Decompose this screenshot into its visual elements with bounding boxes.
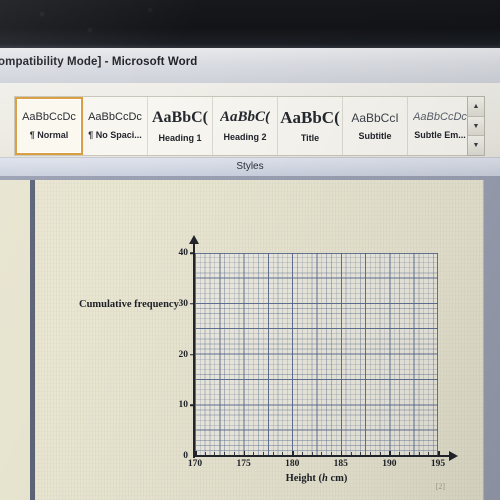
style-item-heading-1[interactable]: AaBbC( Heading 1: [148, 97, 213, 155]
document-page: 0 10 20 30 40 170 175 180 185 190 195 Cumulative …: [35, 180, 483, 500]
x-minor-tick-mark: [350, 452, 352, 455]
style-preview: AaBbC(: [151, 109, 208, 126]
styles-gallery-scroll[interactable]: ▲ ▼ ▼: [467, 96, 485, 156]
x-tick-mark: [243, 451, 246, 456]
screenshot-root: ompatibility Mode] - Microsoft Word AaBb…: [0, 0, 500, 500]
style-label: Subtle Em...: [414, 130, 466, 140]
cumulative-frequency-graph: 0 10 20 30 40 170 175 180 185 190 195 Cumulative …: [65, 235, 465, 484]
chevron-down-icon[interactable]: ▼: [468, 116, 484, 137]
x-minor-tick-mark: [399, 452, 401, 455]
style-preview: AaBbCcDc: [413, 112, 467, 123]
y-tick-mark: [190, 252, 195, 254]
style-preview: AaBbC(: [280, 109, 340, 126]
x-minor-tick-mark: [331, 452, 333, 455]
x-minor-tick-mark: [214, 452, 216, 455]
style-label: Subtitle: [358, 130, 392, 141]
style-item-title[interactable]: AaBbC( Title: [278, 97, 343, 155]
x-minor-tick-mark: [311, 452, 313, 455]
x-minor-tick-mark: [204, 452, 206, 455]
ribbon: AaBbCcDc ¶ Normal AaBbCcDc ¶ No Spaci...…: [0, 83, 500, 178]
style-label: ¶ Normal: [29, 130, 69, 140]
x-tick-label: 195: [430, 459, 446, 469]
x-tick-label: 180: [285, 459, 300, 469]
document-canvas[interactable]: 0 10 20 30 40 170 175 180 185 190 195 Cumulative …: [0, 176, 500, 500]
x-minor-tick-mark: [253, 452, 255, 455]
x-minor-tick-mark: [379, 452, 381, 455]
y-tick-label: 30: [178, 298, 189, 309]
style-preview: AaBbCcDc: [22, 112, 76, 123]
y-axis-title: Cumulative frequency: [79, 299, 179, 310]
y-axis-arrow-icon: [189, 235, 199, 244]
x-minor-tick-mark: [263, 452, 265, 455]
x-minor-tick-mark: [272, 452, 274, 455]
x-tick-mark: [195, 451, 197, 456]
x-minor-tick-mark: [321, 452, 323, 455]
x-axis-title: Height (h cm): [285, 473, 348, 484]
y-tick-label: 10: [178, 400, 189, 411]
window-title: ompatibility Mode] - Microsoft Word: [0, 56, 198, 68]
x-axis-arrow-icon: [449, 451, 458, 461]
style-label: Title: [300, 133, 320, 143]
style-label: Heading 2: [223, 132, 267, 142]
style-label: Heading 1: [158, 132, 202, 143]
style-item-normal[interactable]: AaBbCcDc ¶ Normal: [15, 97, 83, 155]
style-label: ¶ No Spaci...: [88, 130, 142, 140]
style-item-subtitle[interactable]: AaBbCcI Subtitle: [343, 97, 408, 155]
x-minor-tick-mark: [224, 452, 226, 455]
y-tick-label: 40: [178, 248, 189, 258]
ribbon-group-label-styles: Styles: [236, 161, 264, 172]
x-minor-tick-mark: [282, 452, 284, 455]
x-tick-label: 190: [382, 459, 397, 469]
x-tick-label: 170: [187, 459, 203, 469]
more-styles-icon[interactable]: ▼: [468, 136, 484, 156]
x-minor-tick-mark: [428, 452, 430, 455]
x-minor-tick-mark: [408, 452, 410, 455]
x-tick-mark: [292, 451, 294, 456]
x-tick-label: 175: [236, 459, 251, 469]
y-tick-mark: [190, 353, 195, 356]
x-minor-tick-mark: [369, 452, 371, 455]
x-minor-tick-mark: [418, 452, 420, 455]
style-preview: AaBbCcI: [351, 111, 399, 124]
y-axis-line: [193, 242, 195, 458]
x-minor-tick-mark: [233, 452, 235, 455]
y-tick-mark: [190, 303, 195, 305]
x-tick-label: 185: [333, 459, 348, 469]
x-tick-mark: [340, 451, 343, 456]
y-tick-label: 20: [178, 349, 189, 360]
style-item-no-spacing[interactable]: AaBbCcDc ¶ No Spaci...: [83, 97, 148, 155]
x-tick-mark: [438, 451, 440, 456]
style-item-subtle-emphasis[interactable]: AaBbCcDc Subtle Em...: [408, 97, 472, 155]
style-preview: AaBbCcDc: [88, 112, 142, 123]
style-preview: AaBbC(: [219, 110, 270, 125]
x-minor-tick-mark: [301, 452, 303, 455]
chevron-up-icon[interactable]: ▲: [468, 97, 484, 117]
x-tick-mark: [389, 451, 391, 456]
word-application-window: ompatibility Mode] - Microsoft Word AaBb…: [0, 48, 500, 500]
style-item-heading-2[interactable]: AaBbC( Heading 2: [213, 97, 278, 155]
x-minor-tick-mark: [360, 452, 362, 455]
styles-gallery[interactable]: AaBbCcDc ¶ Normal AaBbCcDc ¶ No Spaci...…: [14, 96, 473, 156]
title-bar: ompatibility Mode] - Microsoft Word: [0, 48, 500, 83]
question-marks-badge: [2]: [435, 482, 445, 491]
ribbon-group-bar: Styles: [0, 157, 500, 178]
page-left-margin: [0, 180, 30, 500]
y-tick-mark: [190, 404, 195, 406]
graph-paper-grid: [195, 253, 438, 456]
x-axis-line: [193, 455, 451, 457]
laptop-bezel: [0, 0, 500, 50]
